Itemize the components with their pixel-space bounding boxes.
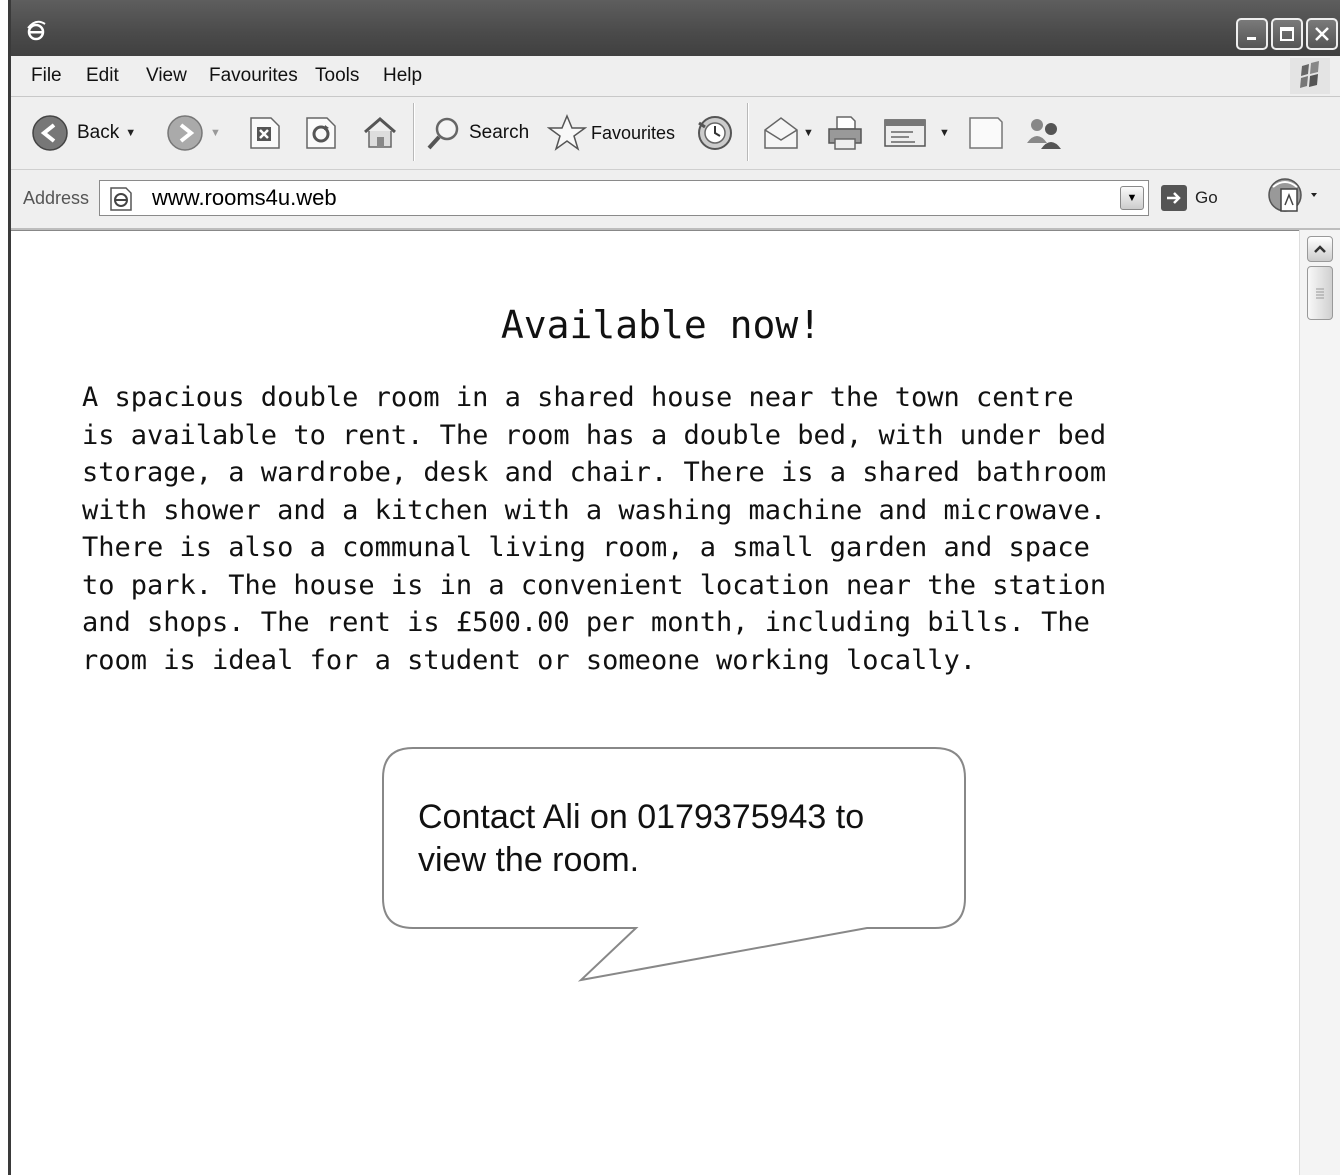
favourites-star-icon xyxy=(547,114,587,151)
minimize-button[interactable] xyxy=(1236,18,1268,50)
forward-arrow-icon xyxy=(167,115,203,151)
chevron-up-icon xyxy=(1314,245,1326,253)
description-line: to park. The house is in a convenient lo… xyxy=(82,569,1107,601)
go-label: Go xyxy=(1195,188,1218,207)
vertical-scrollbar[interactable] xyxy=(1299,230,1340,1175)
ie-page-options-icon[interactable] xyxy=(1263,173,1325,219)
home-icon xyxy=(364,117,396,148)
favourites-label: Favourites xyxy=(591,122,676,143)
blank-page-icon xyxy=(969,117,1003,149)
mail-button[interactable]: ▼ xyxy=(761,97,814,169)
search-icon xyxy=(427,117,459,150)
stop-icon xyxy=(250,117,280,149)
back-dropdown-icon[interactable]: ▼ xyxy=(125,127,136,139)
search-button[interactable]: Search xyxy=(425,97,529,169)
toolbar: Back ▼ ▼ Search Favourites ▼ ▼ xyxy=(11,97,1340,170)
history-icon xyxy=(698,116,732,150)
title-bar xyxy=(11,0,1340,56)
scroll-up-button[interactable] xyxy=(1307,236,1333,262)
discuss-button[interactable] xyxy=(966,97,1006,169)
description-line: and shops. The rent is £500.00 per month… xyxy=(82,607,1090,638)
maximize-button[interactable] xyxy=(1271,18,1303,50)
close-icon xyxy=(1315,27,1329,41)
refresh-button[interactable] xyxy=(305,97,337,169)
history-button[interactable] xyxy=(695,97,735,169)
refresh-icon xyxy=(306,117,336,149)
address-url: www.rooms4u.web xyxy=(152,185,337,210)
description-line: There is also a communal living room, a … xyxy=(82,532,1090,563)
description-line: storage, a wardrobe, desk and chair. The… xyxy=(82,457,1107,488)
menu-file[interactable]: File xyxy=(31,65,62,87)
address-input[interactable]: www.rooms4u.web ▼ xyxy=(99,180,1149,216)
page-icon xyxy=(110,187,132,211)
room-description: A spacious double room in a shared house… xyxy=(82,379,1282,679)
address-dropdown-button[interactable]: ▼ xyxy=(1120,186,1144,210)
scroll-thumb[interactable] xyxy=(1307,266,1333,320)
menu-favourites[interactable]: Favourites xyxy=(209,65,298,87)
mail-icon xyxy=(764,117,798,149)
forward-button[interactable]: ▼ xyxy=(166,97,221,169)
chevron-down-icon: ▼ xyxy=(1126,192,1138,204)
edit-page-button[interactable]: ▼ xyxy=(883,97,950,169)
menu-tools[interactable]: Tools xyxy=(315,65,359,87)
menu-help[interactable]: Help xyxy=(383,65,422,87)
windows-flag-icon xyxy=(1290,58,1330,94)
browser-window: File Edit View Favourites Tools Help Bac… xyxy=(8,0,1340,1175)
menu-view[interactable]: View xyxy=(146,65,187,87)
contact-callout: Contact Ali on 0179375943 to view the ro… xyxy=(418,798,865,879)
edit-dropdown-icon[interactable]: ▼ xyxy=(939,127,950,139)
back-arrow-icon xyxy=(32,115,68,151)
search-label: Search xyxy=(469,122,530,143)
menu-bar: File Edit View Favourites Tools Help xyxy=(11,56,1340,97)
address-bar: Address www.rooms4u.web ▼ Go xyxy=(11,170,1340,230)
address-label: Address xyxy=(23,188,90,208)
ie-logo-icon xyxy=(27,20,46,41)
mail-dropdown-icon[interactable]: ▼ xyxy=(803,127,814,139)
go-button[interactable]: Go xyxy=(1161,185,1218,211)
grip-icon xyxy=(1316,288,1324,299)
print-icon xyxy=(828,116,862,150)
edit-page-icon xyxy=(884,119,926,147)
favourites-button[interactable]: Favourites xyxy=(547,97,675,169)
go-arrow-icon xyxy=(1161,185,1187,211)
messenger-button[interactable] xyxy=(1021,97,1065,169)
home-button[interactable] xyxy=(361,97,399,169)
description-line: A spacious double room in a shared house… xyxy=(82,382,1074,413)
close-button[interactable] xyxy=(1306,18,1338,50)
messenger-icon xyxy=(1027,119,1061,149)
maximize-icon xyxy=(1280,27,1294,41)
description-line: is available to rent. The room has a dou… xyxy=(82,419,1107,451)
description-line: with shower and a kitchen with a washing… xyxy=(82,494,1107,526)
print-button[interactable] xyxy=(825,97,865,169)
minimize-icon xyxy=(1247,37,1256,40)
back-label: Back xyxy=(77,122,120,143)
page-content: Available now! A spacious double room in… xyxy=(11,230,1303,1175)
description-line: room is ideal for a student or someone w… xyxy=(82,644,977,676)
page-heading: Available now! xyxy=(500,303,822,347)
menu-edit[interactable]: Edit xyxy=(86,65,119,87)
forward-dropdown-icon[interactable]: ▼ xyxy=(210,127,221,139)
back-button[interactable]: Back ▼ xyxy=(31,97,136,169)
stop-button[interactable] xyxy=(249,97,281,169)
